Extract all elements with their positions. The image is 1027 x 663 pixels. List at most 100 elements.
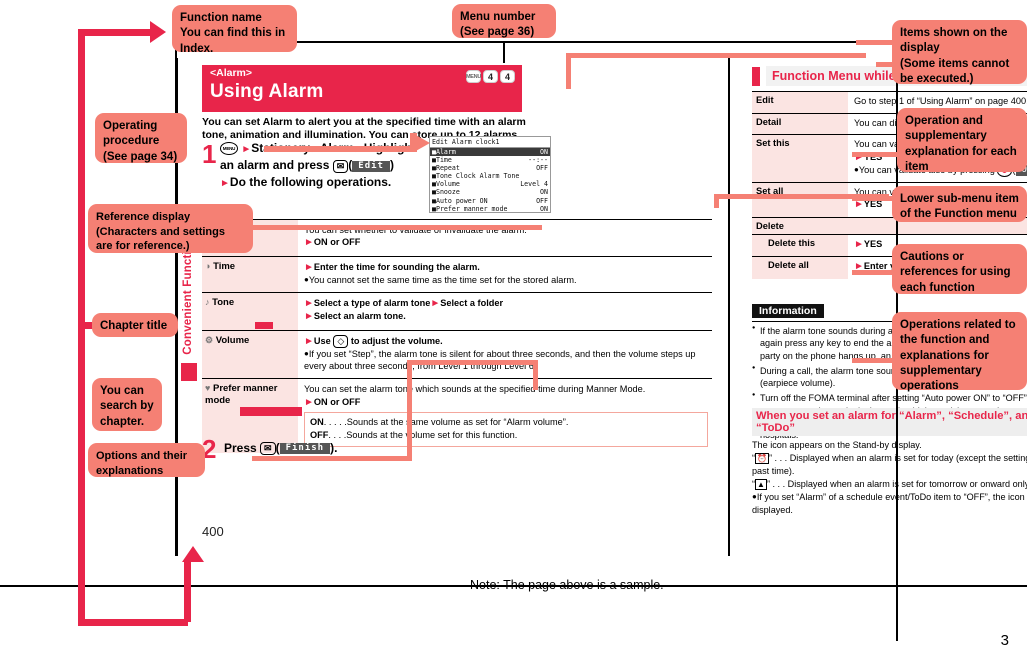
page-number-arrow-stem (184, 560, 191, 622)
settings-row: ♪ Tone ►Select a type of alarm tone►Selec… (202, 292, 712, 330)
connector-operating-procedure (264, 146, 416, 152)
phone-screen-row: ■Volume Level 4 (430, 180, 550, 188)
connector-options-top (407, 360, 537, 365)
callout-operation-supplementary: Operation and supplementary explanation … (897, 108, 1027, 173)
page-header: <Alarm> Using Alarm MENU 4 4 (202, 65, 522, 112)
page-title: Using Alarm (210, 80, 324, 102)
when-alarm-title: When you set an alarm for “Alarm”, “Sche… (752, 408, 1027, 436)
callout-reference-display: Reference display (Characters and settin… (88, 204, 253, 253)
connector-search-chapter (240, 407, 302, 416)
phone-row-value: OFF (536, 164, 548, 173)
setting-item-icon: ◑ (205, 260, 211, 271)
settings-row: ◑ Time ►Enter the time for sounding the a… (202, 255, 712, 293)
connector-function-menu-left (566, 53, 571, 89)
arrow-glyph: ► (854, 238, 864, 250)
callout-options-explanations: Options and their explanations (88, 443, 205, 477)
connector-chapter-title (255, 322, 273, 329)
detail-arrow-line: ►ON or OFF (304, 237, 361, 249)
guide-line-top-right (266, 41, 898, 43)
page-number: 400 (202, 524, 224, 539)
mail-key-icon-2: ✉ (260, 442, 276, 456)
function-menu-row-label: Set this (752, 135, 848, 182)
callout-search-by-chapter: You can search by chapter. (92, 378, 162, 431)
menu-badge-digit-2: 4 (500, 70, 515, 83)
page-number-arrowhead (182, 546, 204, 562)
step-1-do-operations: Do the following operations. (229, 175, 392, 190)
callout-operations-related: Operations related to the function and e… (892, 312, 1027, 392)
arrow-glyph: ► (304, 396, 314, 408)
setting-item-icon: ⚙ (205, 334, 214, 345)
left-bracket-bottom (78, 619, 188, 626)
softkey-finish[interactable]: Finish (279, 443, 331, 455)
setting-item-icon: ♪ (205, 297, 210, 308)
phone-row-label: ■Auto power ON (432, 196, 488, 205)
arrow-glyph: ► (304, 335, 314, 347)
when-alarm-today-line: “⏰” . . . Displayed when an alarm is set… (752, 452, 1027, 478)
function-menu-accent (752, 67, 760, 86)
information-tag: Information (752, 304, 824, 318)
mail-key-icon: ✉ (332, 159, 349, 173)
menu-number-badges: MENU 4 4 (466, 70, 515, 83)
phone-screen-row: ■Alarm ON (430, 148, 550, 157)
callout-function-name: Function name You can find this in Index… (172, 5, 297, 55)
settings-row-label: ⚙ Volume (202, 330, 298, 379)
phone-row-label: ■Alarm (432, 148, 456, 156)
when-alarm-body: The icon appears on the Stand-by display… (752, 439, 1027, 516)
settings-row-detail: ►Use ◇ to adjust the volume. ●If you set … (298, 331, 712, 379)
phone-screen-rows: ■Alarm ON ■Time --:-- ■Repeat OFF ■Tone Clock … (430, 148, 550, 213)
detail-text: Go to step 1 of “Using Alarm” on page 40… (854, 96, 1027, 106)
settings-row: ⚙ Volume ►Use ◇ to adjust the volume. ●If … (202, 329, 712, 379)
menu-badge-digit-1: 4 (483, 70, 498, 83)
connector-reference-display-down (537, 225, 542, 230)
callout-chapter-title: Chapter title (92, 313, 178, 337)
when-alarm-bullet-text: If you set “Alarm” of a schedule event/T… (752, 491, 1027, 515)
function-menu-row-label: Set all (752, 182, 848, 217)
detail-text: You can set the alarm tone which sounds … (304, 384, 646, 395)
chapter-tab-marker (181, 363, 197, 381)
connector-operating-procedure-head (414, 134, 430, 152)
guide-line-bottom (0, 585, 1027, 587)
step-2-press-label: Press (224, 441, 257, 455)
step-1-press: alarm and press (237, 158, 330, 173)
phone-row-label: ■Tone Clock Alarm Tone (432, 172, 520, 181)
arrow-glyph-4: ► (220, 178, 230, 190)
arrow-glyph: ► (304, 237, 314, 249)
settings-row-label: ◑ Time (202, 256, 298, 293)
settings-row-detail: ►Enter the time for sounding the alarm. ●… (298, 257, 712, 293)
detail-bullet-line: ●You cannot set the same time as the tim… (304, 274, 577, 285)
on-off-explanation-line: ON. . . . .Sounds at the same volume as … (310, 416, 569, 427)
menu-badge-menu-icon: MENU (466, 70, 481, 83)
connector-delete-strip (714, 194, 889, 199)
folio-number: 3 (1000, 632, 1009, 649)
step-1-number: 1 (202, 139, 217, 169)
multi-cursor-key-icon: ◇ (333, 334, 349, 348)
function-menu-row-label: Edit (752, 92, 848, 113)
phone-row-value: ON (540, 188, 548, 197)
callout-operating-procedure: Operating procedure (See page 34) (95, 113, 187, 163)
arrow-glyph: ► (241, 144, 252, 155)
function-menu-row-label: Delete this (752, 234, 848, 257)
settings-row-label: ♪ Tone (202, 293, 298, 330)
callout-menu-number: Menu number (See page 36) (452, 4, 556, 38)
softkey-edit[interactable]: Edit (352, 160, 390, 172)
callout-items-shown: Items shown on the display (Some items c… (892, 20, 1027, 85)
connector-delete-strip-down (714, 194, 719, 208)
arrow-glyph-2: ► (430, 298, 441, 310)
when-alarm-bullet: ●If you set “Alarm” of a schedule event/… (752, 491, 1027, 517)
connector-options-box-right (533, 360, 538, 390)
phone-row-value: --:-- (528, 156, 548, 165)
page-column-rule (728, 58, 730, 556)
when-alarm-tomorrow-line: “▲” . . . Displayed when an alarm is set… (752, 478, 1027, 491)
when-alarm-today-text: ” . . . Displayed when an alarm is set f… (752, 452, 1027, 476)
phone-screen-row: ■Snooze ON (430, 188, 550, 196)
phone-row-label: ■Snooze (432, 188, 460, 197)
arrow-glyph: ► (304, 261, 314, 273)
connector-function-menu-top (566, 53, 866, 58)
alarm-clock-icon: ⏰ (755, 452, 769, 464)
detail-arrow-line: ►ON or OFF (304, 396, 361, 408)
settings-table: You can set whether to validate or inval… (202, 219, 712, 453)
phone-row-label: ■Prefer manner mode (432, 204, 508, 213)
phone-row-value: OFF (536, 196, 548, 205)
detail-arrow-key-line: ►Use ◇ to adjust the volume. (304, 334, 443, 348)
bell-icon: ▲ (755, 478, 767, 490)
